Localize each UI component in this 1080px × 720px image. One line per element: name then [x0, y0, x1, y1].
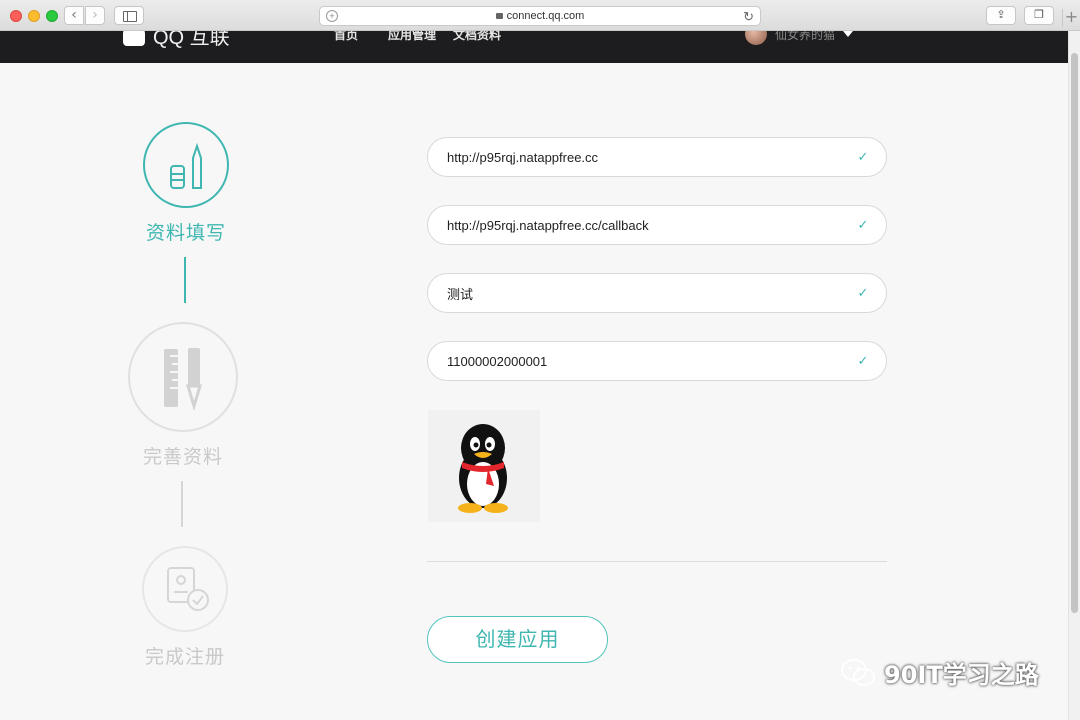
nav-home[interactable]: 首页 [334, 31, 358, 43]
app-name-field[interactable]: 测试 ✓ [427, 273, 887, 313]
zoom-window-button[interactable] [46, 10, 58, 22]
certificate-check-icon [167, 567, 209, 611]
site-header: QQ 互联 首页 应用管理 文档资料 仙女养的猫 [0, 31, 1068, 63]
sidebar-toggle-button[interactable] [114, 6, 144, 25]
forward-button[interactable]: › [85, 6, 105, 25]
step-complete-info: 完善资料 [120, 322, 246, 469]
minimize-window-button[interactable] [28, 10, 40, 22]
app-icon-upload[interactable] [428, 410, 540, 522]
step-1-label: 资料填写 [145, 222, 226, 244]
website-url-value: http://p95rqj.natappfree.cc [447, 149, 599, 165]
step-1-circle [143, 122, 229, 208]
reload-icon[interactable]: ↻ [743, 8, 754, 26]
browser-toolbar: ‹ › + connect.qq.com ↻ ⇪ ❐ + [0, 0, 1080, 31]
callback-url-field[interactable]: http://p95rqj.natappfree.cc/callback ✓ [427, 205, 887, 245]
site-logo[interactable]: QQ 互联 [123, 31, 230, 49]
address-bar[interactable]: + connect.qq.com ↻ [319, 6, 761, 26]
reader-icon[interactable]: + [326, 10, 338, 22]
scrollbar-thumb[interactable] [1071, 53, 1078, 613]
new-tab-button[interactable]: + [1062, 9, 1080, 27]
website-url-field[interactable]: http://p95rqj.natappfree.cc ✓ [427, 137, 887, 177]
step-3-label: 完成注册 [144, 646, 225, 668]
tabs-overview-button[interactable]: ❐ [1024, 6, 1054, 25]
page-scrollbar[interactable] [1068, 31, 1080, 720]
app-name-value: 测试 [447, 286, 474, 302]
form-divider [427, 561, 887, 562]
qq-penguin-icon [458, 424, 508, 513]
check-icon: ✓ [857, 217, 869, 233]
watermark: 90IT学习之路 [840, 655, 1039, 690]
step-connector-2 [181, 481, 183, 527]
back-button[interactable]: ‹ [64, 6, 84, 25]
share-button[interactable]: ⇪ [986, 6, 1016, 25]
chevron-down-icon [843, 31, 854, 37]
qq-logo-icon [123, 31, 145, 46]
phone-field[interactable]: 11000002000001 ✓ [427, 341, 887, 381]
watermark-text: 90IT学习之路 [884, 661, 1039, 689]
step-finish-register: 完成注册 [123, 546, 247, 669]
step-3-circle [142, 546, 228, 632]
step-connector-1 [184, 257, 186, 303]
nav-app-management[interactable]: 应用管理 [388, 31, 436, 43]
edit-tools-icon [170, 142, 202, 189]
close-window-button[interactable] [10, 10, 22, 22]
step-2-label: 完善资料 [142, 446, 223, 468]
user-menu[interactable]: 仙女养的猫 [745, 31, 854, 45]
step-fill-info: 资料填写 [125, 122, 247, 245]
user-name: 仙女养的猫 [775, 31, 836, 42]
callback-url-value: http://p95rqj.natappfree.cc/callback [447, 217, 649, 233]
create-app-button[interactable]: 创建应用 [427, 616, 608, 663]
phone-value: 11000002000001 [447, 353, 548, 369]
url-text: connect.qq.com [506, 10, 585, 22]
step-2-circle [128, 322, 238, 432]
lock-icon [495, 13, 503, 19]
check-icon: ✓ [857, 149, 869, 165]
ruler-pen-icon [164, 348, 203, 412]
check-icon: ✓ [857, 353, 869, 369]
logo-text: QQ 互联 [153, 31, 230, 49]
check-icon: ✓ [857, 285, 869, 301]
avatar [745, 31, 767, 45]
wechat-icon [841, 658, 875, 686]
nav-docs[interactable]: 文档资料 [453, 31, 501, 43]
